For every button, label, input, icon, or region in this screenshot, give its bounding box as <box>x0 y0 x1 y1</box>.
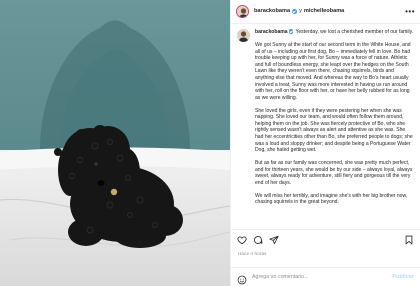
comment-composer: Publicar <box>231 267 420 286</box>
dog-photo-image <box>0 0 230 286</box>
author-username[interactable]: barackobama <box>254 8 290 15</box>
caption-author-avatar[interactable] <box>237 29 250 42</box>
comment-input[interactable] <box>252 274 393 280</box>
caption-verified-icon <box>288 29 294 34</box>
heart-icon[interactable] <box>237 235 247 245</box>
caption-text: barackobama Yesterday, we lost a cherish… <box>255 29 414 229</box>
caption-scroll-area[interactable]: barackobama Yesterday, we lost a cherish… <box>231 24 420 229</box>
post-authors: barackobama y michelleobama <box>254 7 344 15</box>
author-avatar[interactable] <box>236 5 249 18</box>
authors-connector: y <box>299 7 302 14</box>
caption-paragraph: We will miss her terribly, and imagine s… <box>255 192 408 206</box>
emoji-icon[interactable] <box>237 272 247 285</box>
caption-intro: Yesterday, we lost a cherished member of… <box>295 29 414 36</box>
post-actions-bar <box>231 229 420 249</box>
send-icon[interactable] <box>269 235 279 245</box>
post-timestamp[interactable]: Hace 4 horas <box>238 251 267 256</box>
caption-author-username[interactable]: barackobama <box>255 29 288 35</box>
post-comment-button[interactable]: Publicar <box>392 274 414 280</box>
caption-paragraph: barackobama Yesterday, we lost a cherish… <box>255 29 414 36</box>
post-header: barackobama y michelleobama ••• <box>231 0 420 24</box>
caption-paragraph: We got Sunny at the start of our second … <box>255 41 411 101</box>
caption-paragraph: But as far as our family was concerned, … <box>255 160 413 186</box>
more-options-icon[interactable]: ••• <box>405 7 415 16</box>
bookmark-icon[interactable] <box>404 235 414 245</box>
verified-badge-icon <box>292 9 298 14</box>
comment-icon[interactable] <box>253 235 263 245</box>
coauthor-username[interactable]: michelleobama <box>304 8 344 15</box>
post-panel: barackobama y michelleobama ••• barackob… <box>230 0 420 286</box>
caption-paragraph: She loved the girls, even if they were p… <box>255 107 413 154</box>
post-photo[interactable] <box>0 0 230 286</box>
